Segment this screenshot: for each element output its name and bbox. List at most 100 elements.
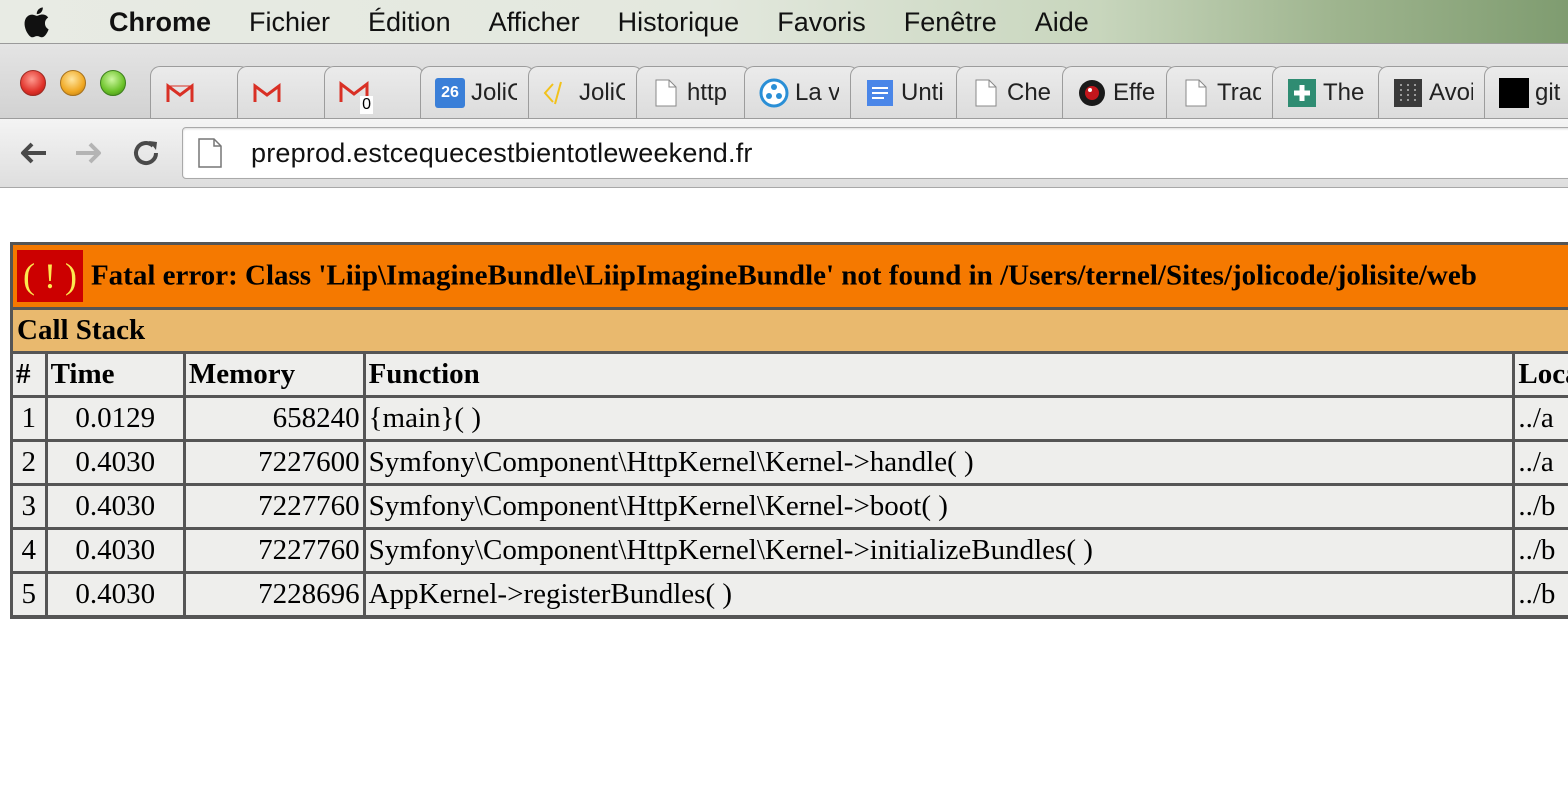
tab-label: La v	[795, 78, 839, 106]
cell-location[interactable]: ../b	[1514, 529, 1568, 573]
cell-function: Symfony\Component\HttpKernel\Kernel->boo…	[364, 485, 1515, 529]
unread-count: 0	[360, 95, 373, 114]
cell-memory: 7227760	[184, 529, 365, 573]
gmail-unread-icon: 0	[339, 78, 373, 114]
cell-memory: 658240	[184, 397, 365, 441]
tab-effe[interactable]: Effe	[1062, 66, 1177, 118]
menu-historique[interactable]: Historique	[599, 0, 759, 44]
cell-memory: 7227760	[184, 485, 365, 529]
tab-gmail-2[interactable]	[237, 66, 337, 118]
zoom-window-button[interactable]	[100, 70, 126, 96]
minimize-window-button[interactable]	[60, 70, 86, 96]
tab-git[interactable]: git	[1484, 66, 1568, 118]
tab-gmail-3[interactable]: 0	[324, 66, 424, 118]
page-icon	[198, 138, 222, 168]
cell-location[interactable]: ../b	[1514, 573, 1568, 617]
url-text[interactable]: preprod.estcequecestbientotleweekend.fr	[251, 138, 753, 169]
cell-memory: 7227600	[184, 441, 365, 485]
reload-icon	[134, 141, 159, 166]
tab-label: git	[1535, 78, 1561, 106]
menu-afficher[interactable]: Afficher	[470, 0, 599, 44]
cell-function: AppKernel->registerBundles( )	[364, 573, 1515, 617]
cell-function: Symfony\Component\HttpKernel\Kernel->han…	[364, 441, 1515, 485]
plus-cross-icon	[1287, 78, 1317, 108]
menu-favoris[interactable]: Favoris	[758, 0, 885, 44]
error-badge: ( ! )	[17, 250, 83, 302]
tab-the[interactable]: The	[1272, 66, 1387, 118]
cell-time: 0.4030	[46, 485, 185, 529]
back-button[interactable]	[13, 133, 53, 173]
forward-button[interactable]	[69, 133, 109, 173]
call-stack-header-row: # Time Memory Function Location	[12, 353, 1568, 397]
calendar-date: 26	[441, 83, 459, 101]
tab-label: http	[687, 78, 728, 106]
table-row: 1 0.0129 658240 {main}( ) ../a	[12, 397, 1568, 441]
table-row: 5 0.4030 7228696 AppKernel->registerBund…	[12, 573, 1568, 617]
cell-number: 5	[12, 573, 47, 617]
tab-jolicode-code[interactable]: JoliC	[528, 66, 643, 118]
menu-aide[interactable]: Aide	[1016, 0, 1108, 44]
menu-edition[interactable]: Édition	[349, 0, 470, 44]
cell-location[interactable]: ../a	[1514, 397, 1568, 441]
cell-function: Symfony\Component\HttpKernel\Kernel->ini…	[364, 529, 1515, 573]
tab-avoi[interactable]: Avoi	[1378, 66, 1493, 118]
tab-label: Che	[1007, 78, 1051, 106]
docs-icon	[865, 78, 895, 108]
menu-fichier[interactable]: Fichier	[230, 0, 349, 44]
arrow-left-icon	[21, 142, 46, 164]
call-stack-title-row: Call Stack	[12, 309, 1568, 353]
tab-http[interactable]: http	[636, 66, 751, 118]
cell-number: 1	[12, 397, 47, 441]
error-header: ( ! ) Fatal error: Class 'Liip\ImagineBun…	[12, 244, 1568, 309]
black-square-icon	[1499, 77, 1529, 108]
page-icon	[1181, 78, 1211, 108]
column-header-number: #	[12, 353, 47, 397]
tab-jolicode-calendar[interactable]: 26 JoliC	[420, 66, 535, 118]
menu-bar: Chrome Fichier Édition Afficher Historiq…	[0, 0, 1568, 44]
address-bar[interactable]: preprod.estcequecestbientotleweekend.fr	[182, 127, 1568, 179]
cell-number: 3	[12, 485, 47, 529]
column-header-location: Location	[1514, 353, 1568, 397]
tab-label: Trad	[1217, 78, 1261, 106]
tab-strip: 0 26 JoliC JoliC http La v Unti Ch	[0, 44, 1568, 118]
cell-number: 2	[12, 441, 47, 485]
arrow-right-icon	[76, 142, 101, 164]
page-icon	[971, 78, 1001, 108]
tab-label: JoliC	[579, 78, 625, 106]
page-content: ( ! ) Fatal error: Class 'Liip\ImagineBun…	[0, 189, 1568, 790]
error-header-row: ( ! ) Fatal error: Class 'Liip\ImagineBun…	[12, 244, 1568, 309]
apple-icon	[24, 6, 49, 37]
tab-che[interactable]: Che	[956, 66, 1071, 118]
reload-button[interactable]	[126, 133, 166, 173]
tab-label: Unti	[901, 78, 944, 106]
cell-memory: 7228696	[184, 573, 365, 617]
tab-la-v[interactable]: La v	[744, 66, 859, 118]
gmail-icon	[252, 78, 282, 108]
circle-dots-icon	[759, 78, 789, 108]
menu-app-name[interactable]: Chrome	[72, 0, 230, 44]
column-header-time: Time	[46, 353, 185, 397]
tab-label: Effe	[1113, 78, 1156, 106]
tab-gmail-1[interactable]	[150, 66, 250, 118]
menu-fenetre[interactable]: Fenêtre	[885, 0, 1016, 44]
error-message: Fatal error: Class 'Liip\ImagineBundle\L…	[90, 259, 1477, 292]
page-icon	[651, 78, 681, 108]
cell-location[interactable]: ../a	[1514, 441, 1568, 485]
tab-label: Avoi	[1429, 78, 1473, 106]
cell-function: {main}( )	[364, 397, 1515, 441]
calendar-icon: 26	[435, 77, 465, 108]
column-header-function: Function	[364, 353, 1515, 397]
call-stack-title: Call Stack	[12, 309, 1568, 353]
tab-label: JoliC	[471, 78, 517, 106]
column-header-memory: Memory	[184, 353, 365, 397]
cell-location[interactable]: ../b	[1514, 485, 1568, 529]
cell-time: 0.4030	[46, 573, 185, 617]
table-row: 4 0.4030 7227760 Symfony\Component\HttpK…	[12, 529, 1568, 573]
tab-trad[interactable]: Trad	[1166, 66, 1281, 118]
apple-menu[interactable]	[0, 0, 72, 44]
cell-time: 0.4030	[46, 529, 185, 573]
close-window-button[interactable]	[20, 70, 46, 96]
tab-untitled-doc[interactable]: Unti	[850, 66, 965, 118]
code-icon	[543, 78, 573, 108]
cell-number: 4	[12, 529, 47, 573]
